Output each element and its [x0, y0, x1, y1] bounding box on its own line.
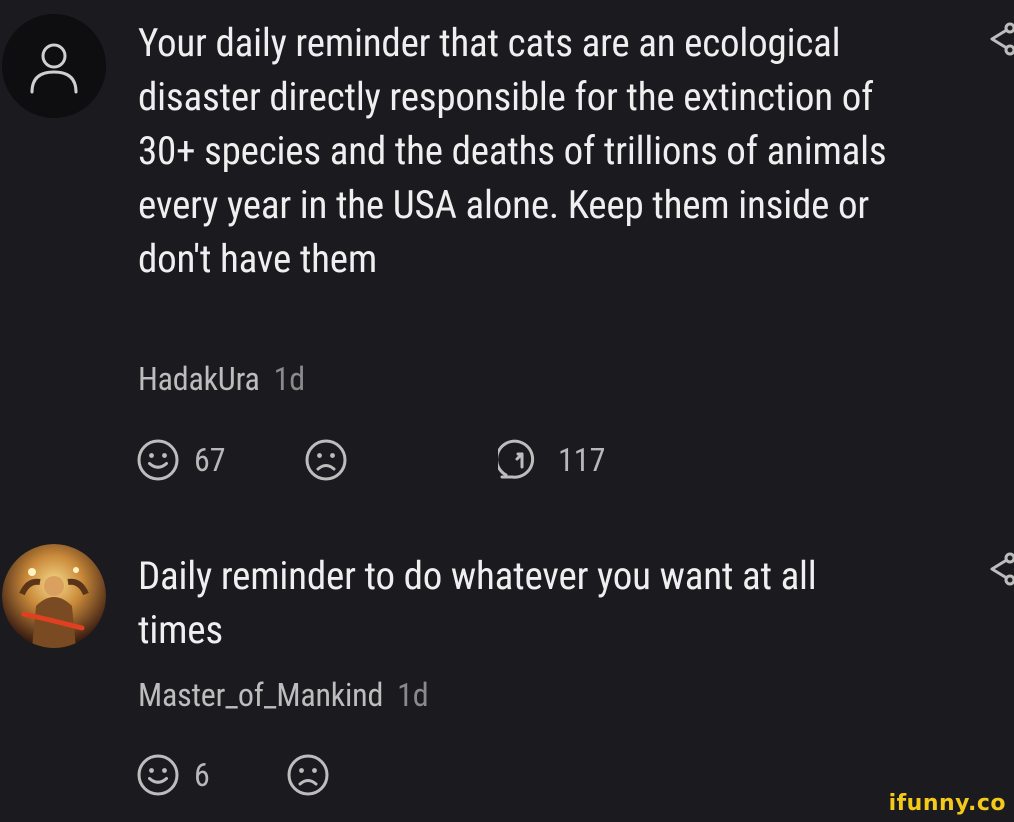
reply-button[interactable]: 117 — [498, 438, 605, 482]
author-name[interactable]: HadakUra — [138, 360, 260, 398]
avatar[interactable] — [2, 14, 106, 118]
smile-button[interactable]: 6 — [136, 753, 210, 797]
ifunny-watermark: ifunny.co — [888, 791, 1006, 816]
comment-age: 1d — [273, 360, 305, 398]
share-icon[interactable] — [984, 552, 1014, 586]
comment-text: Daily reminder to do whatever you want a… — [138, 553, 817, 653]
author-name[interactable]: Master_of_Mankind — [138, 676, 383, 714]
avatar[interactable] — [2, 544, 106, 648]
unsmile-button[interactable] — [304, 438, 348, 482]
smile-count: 6 — [194, 756, 210, 794]
warrior-art-avatar — [2, 544, 106, 648]
comment-meta: Master_of_Mankind 1d — [138, 676, 429, 714]
comment-age: 1d — [397, 676, 429, 714]
comments-page: Your daily reminder that cats are an eco… — [0, 0, 1014, 822]
smile-icon — [137, 439, 179, 481]
comment-item: Daily reminder to do whatever you want a… — [0, 530, 1014, 822]
smile-icon — [137, 754, 179, 796]
comment-meta: HadakUra 1d — [138, 360, 305, 398]
smile-count: 67 — [194, 441, 226, 479]
comment-actions: 6 — [136, 753, 436, 797]
unsmile-icon — [305, 439, 347, 481]
unsmile-icon — [287, 754, 329, 796]
reply-count: 117 — [558, 441, 606, 479]
comment-text: Your daily reminder that cats are an eco… — [138, 20, 887, 282]
reply-icon — [498, 439, 535, 479]
comment-actions: 67 117 — [136, 438, 696, 482]
smile-button[interactable]: 67 — [136, 438, 226, 482]
unsmile-button[interactable] — [286, 753, 330, 797]
comment-item: Your daily reminder that cats are an eco… — [0, 0, 1014, 520]
share-icon[interactable] — [984, 22, 1014, 56]
user-silhouette-icon — [2, 14, 106, 118]
